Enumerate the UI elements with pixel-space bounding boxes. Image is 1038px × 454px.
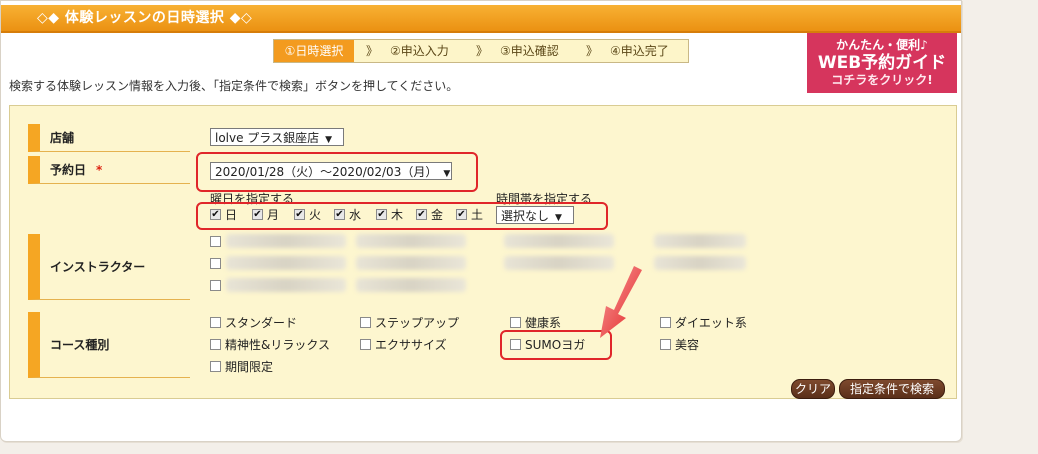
instructor-checkbox[interactable] — [210, 236, 225, 247]
step-1: ①日時選択 — [274, 40, 354, 62]
main-frame: ◇◆ 体験レッスンの日時選択 ◆◇ ①日時選択 》 ②申込入力 》 ③申込確認 … — [0, 0, 962, 442]
store-label: 店舗 — [28, 124, 190, 152]
store-select[interactable]: lolve プラス銀座店 ▼ — [210, 128, 344, 146]
blurred-name — [504, 234, 614, 248]
course-checkbox-beauty[interactable]: 美容 — [660, 336, 699, 353]
search-button[interactable]: 指定条件で検索 — [839, 379, 945, 399]
course-checkbox-diet[interactable]: ダイエット系 — [660, 314, 747, 331]
weekday-checkbox-mon[interactable]: ✔ 月 — [252, 206, 279, 223]
required-mark: * — [96, 162, 103, 177]
step-2: ②申込入力 — [390, 44, 449, 58]
blurred-name — [226, 234, 346, 248]
step-4: ④申込完了 — [610, 44, 669, 58]
step-arrow: 》 — [586, 44, 599, 58]
guide-line1: かんたん・便利♪ — [836, 38, 928, 52]
step-arrow: 》 — [366, 44, 379, 58]
step-3: ③申込確認 — [500, 44, 559, 58]
blurred-name — [654, 256, 746, 270]
timeslot-select[interactable]: 選択なし ▼ — [496, 206, 574, 224]
weekday-checkbox-fri[interactable]: ✔ 金 — [416, 206, 443, 223]
instruction-text: 検索する体験レッスン情報を入力後、「指定条件で検索」ボタンを押してください。 — [9, 79, 459, 93]
weekday-checkbox-tue[interactable]: ✔ 火 — [294, 206, 321, 223]
instructor-checkbox[interactable] — [210, 258, 225, 269]
course-checkbox-sumo-yoga[interactable]: SUMOヨガ — [510, 336, 585, 353]
guide-line2: WEB予約ガイド — [817, 53, 947, 73]
course-checkbox-health[interactable]: 健康系 — [510, 314, 561, 331]
course-checkbox-stepup[interactable]: ステップアップ — [360, 314, 459, 331]
blurred-name — [356, 256, 466, 270]
clear-button[interactable]: クリア — [791, 379, 835, 399]
course-checkbox-exercise[interactable]: エクササイズ — [360, 336, 447, 353]
reserve-date-label: 予約日 * — [28, 156, 190, 184]
red-arrow-icon — [600, 266, 642, 338]
weekday-checkbox-sun[interactable]: ✔ 日 — [210, 206, 237, 223]
page-title: ◇◆ 体験レッスンの日時選択 ◆◇ — [37, 10, 253, 26]
search-panel: 店舗 予約日 * インストラクター コース種別 lolve プラス銀座店 ▼ 202… — [9, 105, 957, 399]
blurred-name — [226, 256, 346, 270]
blurred-name — [356, 234, 466, 248]
weekday-checkbox-sat[interactable]: ✔ 土 — [456, 206, 483, 223]
step-indicator: ①日時選択 》 ②申込入力 》 ③申込確認 》 ④申込完了 — [273, 39, 689, 63]
reserve-date-select[interactable]: 2020/01/28（火）～2020/02/03（月） ▼ — [210, 162, 452, 180]
instructor-label: インストラクター — [28, 234, 190, 300]
course-label: コース種別 — [28, 312, 190, 378]
web-guide-banner[interactable]: かんたん・便利♪ WEB予約ガイド コチラをクリック! — [807, 33, 957, 93]
course-checkbox-relax[interactable]: 精神性&リラックス — [210, 336, 330, 353]
guide-line3: コチラをクリック! — [831, 73, 933, 87]
course-checkbox-limited[interactable]: 期間限定 — [210, 358, 273, 375]
title-bar: ◇◆ 体験レッスンの日時選択 ◆◇ — [1, 5, 961, 33]
blurred-name — [226, 278, 346, 292]
blurred-name — [654, 234, 746, 248]
instructor-checkbox[interactable] — [210, 280, 225, 291]
blurred-name — [356, 278, 466, 292]
weekday-checkbox-thu[interactable]: ✔ 木 — [376, 206, 403, 223]
weekday-checkbox-wed[interactable]: ✔ 水 — [334, 206, 361, 223]
course-checkbox-standard[interactable]: スタンダード — [210, 314, 297, 331]
step-arrow: 》 — [476, 44, 489, 58]
